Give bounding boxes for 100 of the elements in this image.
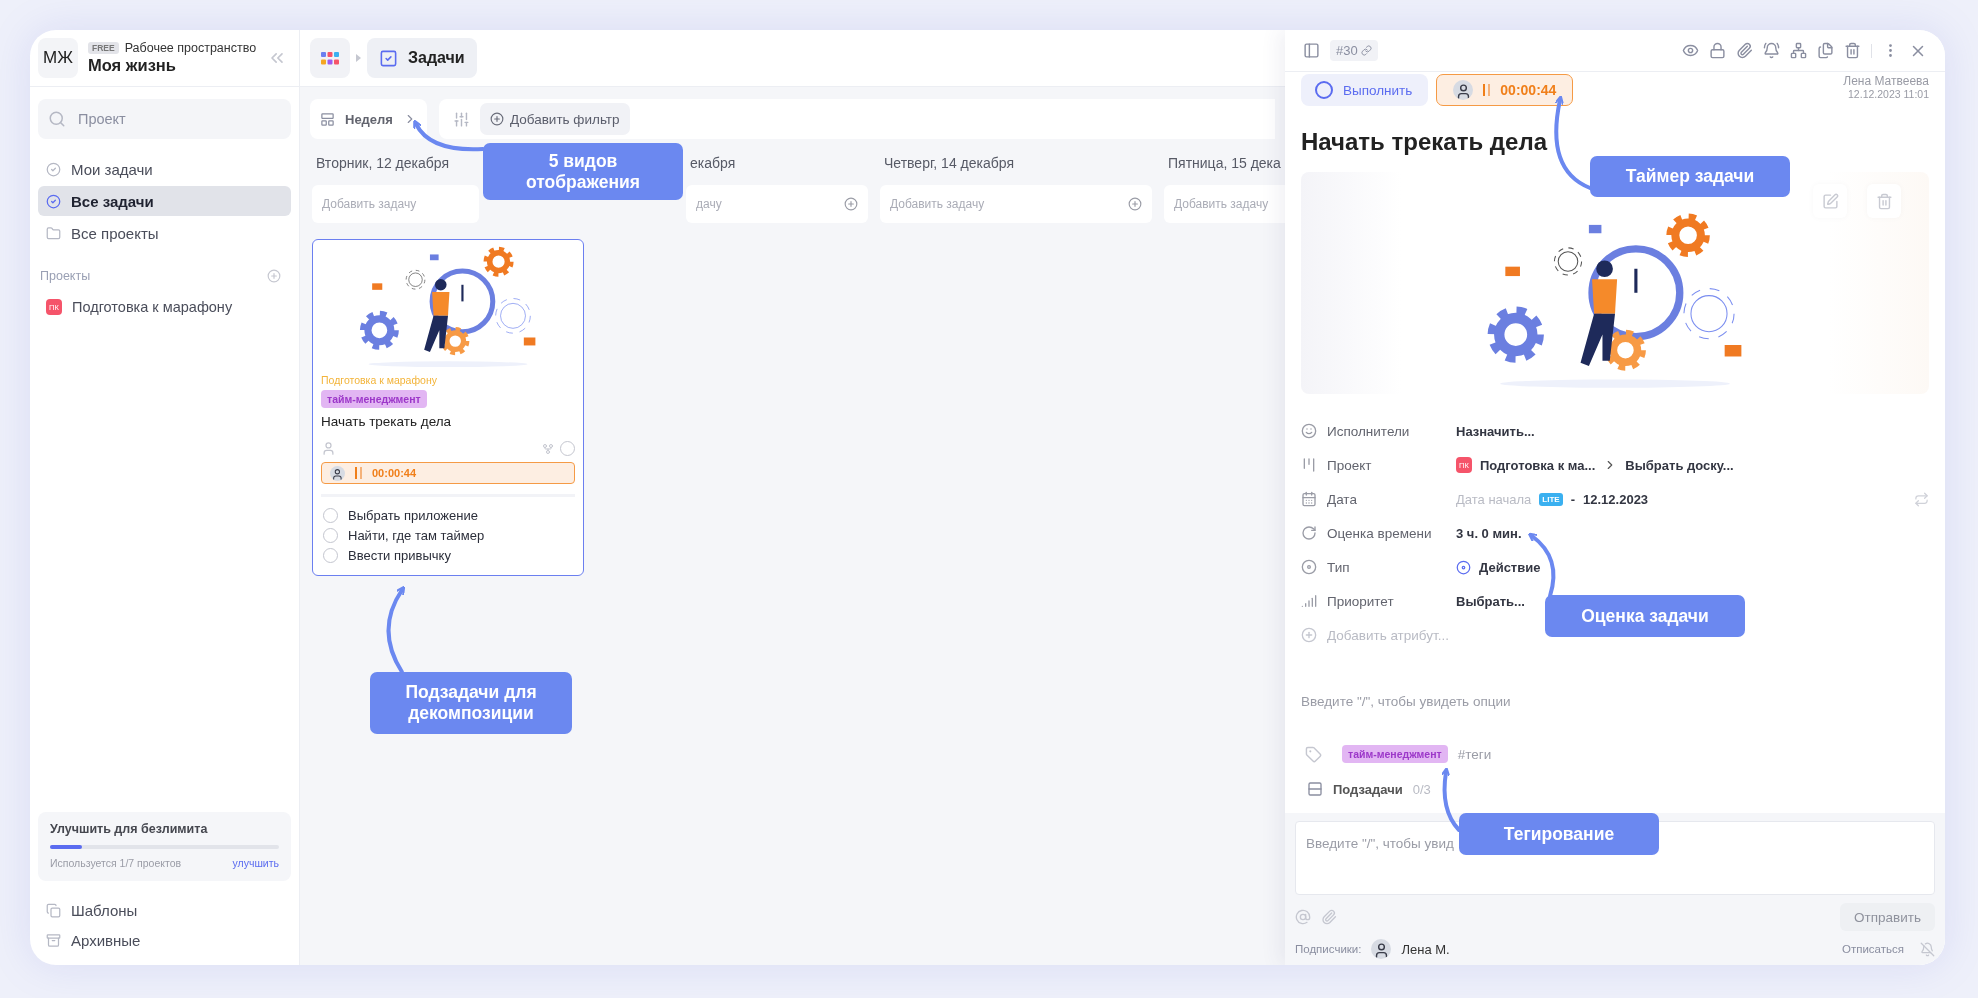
add-icon[interactable]: [267, 269, 281, 283]
add-icon: [1301, 627, 1317, 643]
apps-grid-icon: [321, 51, 339, 65]
copy-icon[interactable]: [1817, 42, 1834, 59]
add-icon[interactable]: [1128, 197, 1142, 211]
card-title: Начать трекать дела: [321, 414, 453, 429]
lock-icon[interactable]: [1709, 42, 1726, 59]
paperclip-icon[interactable]: [1736, 42, 1753, 59]
created-date: 12.12.2023 11:01: [1848, 88, 1929, 100]
callout-tooltip: Таймер задачи: [1590, 156, 1790, 197]
mention-icon[interactable]: [1295, 909, 1311, 925]
folder-icon: [46, 225, 61, 241]
column-header: Четверг, 14 декабря: [884, 155, 1014, 171]
attribute-label: Оценка времени: [1327, 525, 1432, 541]
add-task-field[interactable]: Добавить задачу: [1164, 185, 1285, 223]
avatar: [1371, 939, 1392, 959]
signal-icon: [1301, 593, 1317, 609]
view-button[interactable]: Неделя: [310, 99, 427, 139]
workspace-name[interactable]: Моя жизнь: [88, 56, 257, 75]
subtask-label: Выбрать приложение: [348, 507, 478, 523]
subtasks-heading: Подзадачи: [1333, 781, 1403, 797]
callout-tooltip: 5 видов отображения: [483, 143, 683, 200]
hierarchy-icon[interactable]: [1790, 42, 1807, 59]
apps-button[interactable]: [310, 38, 350, 78]
trash-icon: [1875, 192, 1893, 210]
attribute-value[interactable]: 3 ч. 0 мин.: [1456, 525, 1522, 541]
assignee-icon[interactable]: [321, 441, 336, 456]
board-icon: [1301, 457, 1317, 473]
search-input[interactable]: Проект: [76, 110, 281, 128]
add-filter-button[interactable]: Добавить фильтр: [479, 103, 630, 135]
trash-icon[interactable]: [1844, 42, 1861, 59]
attribute-value[interactable]: Действие: [1479, 559, 1541, 575]
copy-icon: [46, 902, 61, 918]
disc-icon: [1301, 559, 1317, 575]
attribute-value[interactable]: 12.12.2023: [1583, 491, 1649, 507]
subtask-label: Найти, где там таймер: [348, 527, 485, 543]
column-header: Пятница, 15 дека: [1168, 155, 1281, 171]
bell-off-icon[interactable]: [1920, 941, 1935, 957]
task-title[interactable]: Начать трекать дела: [1301, 128, 1929, 156]
nav-item[interactable]: Все проекты: [38, 218, 291, 248]
subscriber-name: Лена М.: [1401, 941, 1450, 957]
layout-icon: [320, 111, 335, 127]
bell-icon[interactable]: [1763, 42, 1780, 59]
branch-icon: [542, 442, 554, 455]
author-name: Лена Матвеева: [1843, 74, 1929, 88]
attribute-label: Приоритет: [1327, 593, 1394, 609]
section-heading: Проекты: [40, 269, 91, 283]
upgrade-link[interactable]: улучшить: [232, 857, 279, 869]
callout-tooltip: Оценка задачи: [1545, 595, 1745, 637]
sliders-icon[interactable]: [452, 110, 470, 128]
attribute-label: Тип: [1327, 559, 1350, 575]
smile-icon: [1301, 423, 1317, 439]
avatar: [330, 465, 345, 481]
nav-item[interactable]: Архивные: [38, 925, 291, 955]
check-circle-icon: [46, 193, 61, 209]
nav-item[interactable]: Мои задачи: [38, 154, 291, 184]
attribute-value[interactable]: Выбрать...: [1456, 593, 1525, 609]
avatar: [1453, 80, 1474, 100]
repeat-icon[interactable]: [1914, 491, 1929, 507]
callout-arrow: [1440, 767, 1461, 832]
status-circle: [1315, 81, 1333, 99]
breadcrumb-button[interactable]: Задачи: [367, 38, 477, 78]
column-header: Вторник, 12 декабря: [316, 155, 450, 171]
attribute-label: Дата: [1327, 491, 1357, 507]
task-card[interactable]: Подготовка к марафону тайм-менеджмент Начать трекать дела 00:00:44 Выбрать приложение Найти, где там таймер Ввести привычку: [312, 239, 584, 576]
calendar-icon: [1301, 491, 1317, 507]
edit-icon: [1821, 192, 1839, 210]
add-task-field[interactable]: Добавить задачу: [880, 185, 1152, 223]
link-icon: [1360, 45, 1372, 56]
add-task-field[interactable]: дачу: [686, 185, 868, 223]
search-field[interactable]: Проект: [38, 99, 291, 139]
delete-button[interactable]: [1867, 184, 1901, 218]
tag: тайм-менеджмент: [321, 390, 427, 408]
nav-item[interactable]: Шаблоны: [38, 895, 291, 925]
eye-icon[interactable]: [1682, 42, 1699, 59]
callout-tooltip: Тегирование: [1459, 813, 1659, 855]
attribute-value[interactable]: Подготовка к ма...: [1480, 457, 1596, 473]
panel-icon[interactable]: [1303, 42, 1320, 59]
usage-text: Используется 1/7 проектов: [50, 857, 182, 869]
search-icon: [48, 110, 66, 128]
pause-icon: [1483, 84, 1491, 96]
add-task-field[interactable]: Добавить задачу: [312, 185, 479, 223]
add-icon: [489, 112, 504, 126]
disc-icon: [1456, 559, 1471, 575]
pause-icon: [355, 467, 362, 479]
attribute-label: Проект: [1327, 457, 1372, 473]
column-header: екабря: [690, 155, 736, 171]
breadcrumb-arrow-icon: [356, 54, 361, 62]
workspace-label: Рабочее пространство: [124, 41, 257, 55]
complete-button[interactable]: Выполнить: [1301, 74, 1429, 106]
workspace-avatar: МЖ: [38, 38, 78, 78]
attribute-value[interactable]: Назначить...: [1456, 423, 1535, 439]
subscribers-label: Подписчики:: [1295, 943, 1362, 955]
nav-item[interactable]: Все задачи: [38, 186, 291, 216]
paperclip-icon[interactable]: [1321, 909, 1337, 925]
attribute-label: Исполнители: [1327, 423, 1410, 439]
subtasks-icon: [1307, 781, 1323, 797]
rotate-icon: [1301, 525, 1317, 541]
attribute-value[interactable]: Выбрать доску...: [1625, 457, 1734, 473]
add-icon[interactable]: [844, 197, 858, 211]
